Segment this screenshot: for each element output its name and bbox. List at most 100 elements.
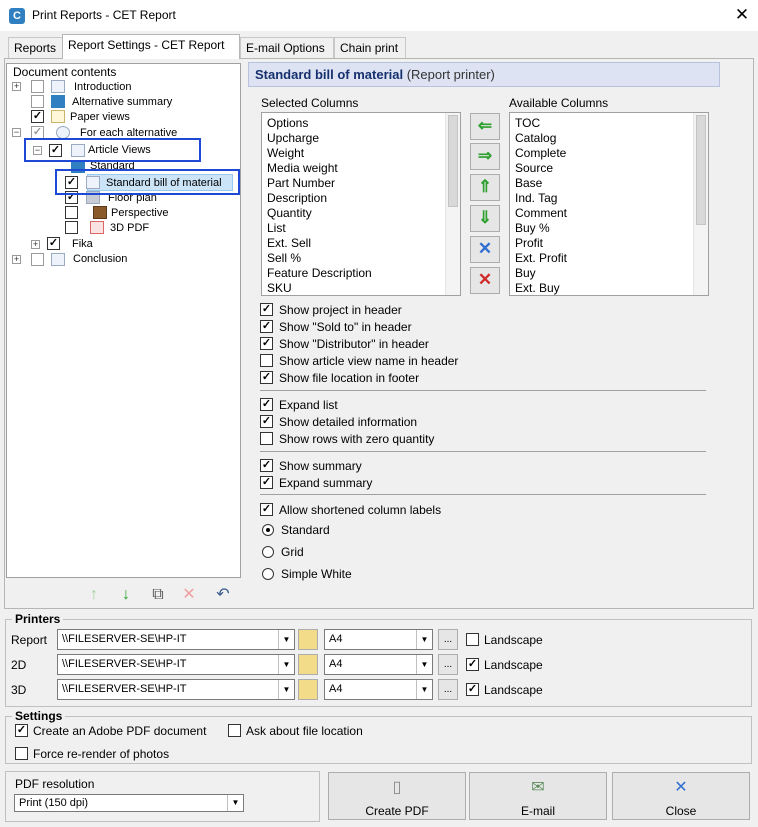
- available-columns-list[interactable]: TOC Catalog Complete Source Base Ind. Ta…: [509, 112, 709, 296]
- radio-button[interactable]: [262, 523, 274, 536]
- checkbox[interactable]: [260, 432, 273, 446]
- expander-for-each-alternative[interactable]: −: [12, 128, 21, 137]
- chevron-down-icon[interactable]: ▼: [278, 680, 294, 699]
- list-item[interactable]: Description: [262, 191, 460, 206]
- checkbox[interactable]: ✓: [466, 683, 479, 697]
- checkbox-conclusion[interactable]: [31, 253, 44, 266]
- radio-standard[interactable]: Standard: [262, 523, 330, 537]
- list-item[interactable]: Complete: [510, 146, 708, 161]
- option-show-project[interactable]: ✓ Show project in header: [260, 303, 402, 317]
- list-item[interactable]: Ext. Sell: [262, 236, 460, 251]
- printer-properties-button[interactable]: [298, 629, 318, 650]
- option-allow-shortened[interactable]: ✓ Allow shortened column labels: [260, 503, 441, 517]
- list-item[interactable]: Feature Description: [262, 266, 460, 281]
- report-printer-select[interactable]: \\FILESERVER-SE\HP-IT ▼: [57, 629, 295, 650]
- landscape-3d[interactable]: ✓ Landscape: [466, 683, 543, 697]
- scroll-thumb[interactable]: [448, 115, 458, 207]
- chevron-down-icon[interactable]: ▼: [416, 655, 432, 674]
- chevron-down-icon[interactable]: ▼: [416, 680, 432, 699]
- checkbox[interactable]: [228, 724, 241, 738]
- close-button[interactable]: ✕ Close: [612, 772, 750, 820]
- option-expand-list[interactable]: ✓ Expand list: [260, 398, 338, 412]
- document-tree[interactable]: Document contents + Introduction Alterna…: [6, 63, 241, 578]
- option-show-distributor[interactable]: ✓ Show "Distributor" in header: [260, 337, 429, 351]
- checkbox[interactable]: ✓: [15, 724, 28, 738]
- checkbox[interactable]: ✓: [260, 503, 273, 517]
- list-item[interactable]: Ext. Profit: [510, 251, 708, 266]
- radio-button[interactable]: [262, 545, 274, 558]
- move-down-button[interactable]: ↓: [116, 585, 136, 605]
- radio-button[interactable]: [262, 567, 274, 580]
- option-show-detailed[interactable]: ✓ Show detailed information: [260, 415, 417, 429]
- expander-introduction[interactable]: +: [12, 82, 21, 91]
- selected-columns-scrollbar[interactable]: [445, 113, 460, 295]
- checkbox[interactable]: ✓: [260, 320, 273, 334]
- checkbox-alternative-summary[interactable]: [31, 95, 44, 108]
- option-expand-summary[interactable]: ✓ Expand summary: [260, 476, 372, 490]
- report-paper-select[interactable]: A4 ▼: [324, 629, 433, 650]
- tree-item-alternative-summary[interactable]: Alternative summary: [72, 96, 172, 108]
- paper-options-button[interactable]: ...: [438, 629, 458, 650]
- tab-report-settings[interactable]: Report Settings - CET Report: [62, 34, 240, 59]
- checkbox[interactable]: [260, 354, 273, 368]
- 2d-printer-select[interactable]: \\FILESERVER-SE\HP-IT ▼: [57, 654, 295, 675]
- list-item[interactable]: List: [262, 221, 460, 236]
- clear-columns-button[interactable]: ✕: [470, 236, 500, 263]
- option-force-rerender[interactable]: Force re-render of photos: [15, 747, 169, 761]
- list-item[interactable]: Ext. Buy: [510, 281, 708, 295]
- checkbox[interactable]: ✓: [260, 371, 273, 385]
- tab-reports[interactable]: Reports: [8, 37, 63, 58]
- delete-column-button[interactable]: ✕: [470, 267, 500, 294]
- option-create-pdf[interactable]: ✓ Create an Adobe PDF document: [15, 724, 206, 738]
- create-pdf-button[interactable]: ▯ Create PDF: [328, 772, 466, 820]
- undo-button[interactable]: ↶: [213, 585, 233, 605]
- checkbox-perspective[interactable]: [65, 206, 78, 219]
- list-item[interactable]: Profit: [510, 236, 708, 251]
- tree-item-perspective[interactable]: Perspective: [111, 207, 168, 219]
- 3d-printer-select[interactable]: \\FILESERVER-SE\HP-IT ▼: [57, 679, 295, 700]
- email-button[interactable]: ✉ E-mail: [469, 772, 607, 820]
- landscape-2d[interactable]: ✓ Landscape: [466, 658, 543, 672]
- list-item[interactable]: Base: [510, 176, 708, 191]
- tree-item-introduction[interactable]: Introduction: [74, 81, 131, 93]
- chevron-down-icon[interactable]: ▼: [227, 795, 243, 811]
- checkbox[interactable]: ✓: [260, 415, 273, 429]
- paper-options-button[interactable]: ...: [438, 654, 458, 675]
- tree-item-fika[interactable]: Fika: [72, 238, 93, 250]
- move-column-down-button[interactable]: ⇓: [470, 205, 500, 232]
- checkbox[interactable]: ✓: [466, 658, 479, 672]
- list-item[interactable]: Comment: [510, 206, 708, 221]
- paper-options-button[interactable]: ...: [438, 679, 458, 700]
- list-item[interactable]: Ind. Tag: [510, 191, 708, 206]
- tree-item-3d-pdf[interactable]: 3D PDF: [110, 222, 149, 234]
- list-item[interactable]: SKU: [262, 281, 460, 295]
- printer-properties-button[interactable]: [298, 679, 318, 700]
- available-columns-scrollbar[interactable]: [693, 113, 708, 295]
- scroll-thumb[interactable]: [696, 115, 706, 225]
- tab-email-options[interactable]: E-mail Options: [240, 37, 334, 58]
- list-item[interactable]: Upcharge: [262, 131, 460, 146]
- list-item[interactable]: TOC: [510, 116, 708, 131]
- checkbox-3d-pdf[interactable]: [65, 221, 78, 234]
- 2d-paper-select[interactable]: A4 ▼: [324, 654, 433, 675]
- expander-conclusion[interactable]: +: [12, 255, 21, 264]
- checkbox[interactable]: ✓: [260, 459, 273, 473]
- checkbox-paper-views[interactable]: ✓: [31, 110, 44, 123]
- copy-button[interactable]: ⧉: [148, 585, 168, 605]
- tree-item-paper-views[interactable]: Paper views: [70, 111, 130, 123]
- list-item[interactable]: Catalog: [510, 131, 708, 146]
- move-column-up-button[interactable]: ⇑: [470, 174, 500, 201]
- checkbox-introduction[interactable]: [31, 80, 44, 93]
- option-show-file-location[interactable]: ✓ Show file location in footer: [260, 371, 419, 385]
- option-show-summary[interactable]: ✓ Show summary: [260, 459, 362, 473]
- delete-button[interactable]: ✕: [179, 585, 199, 605]
- option-show-article-view[interactable]: Show article view name in header: [260, 354, 458, 368]
- chevron-down-icon[interactable]: ▼: [278, 630, 294, 649]
- remove-column-button[interactable]: ⇒: [470, 143, 500, 170]
- checkbox[interactable]: [15, 747, 28, 761]
- list-item[interactable]: Source: [510, 161, 708, 176]
- window-close-button[interactable]: ✕: [732, 4, 752, 26]
- 3d-paper-select[interactable]: A4 ▼: [324, 679, 433, 700]
- checkbox[interactable]: ✓: [260, 337, 273, 351]
- chevron-down-icon[interactable]: ▼: [416, 630, 432, 649]
